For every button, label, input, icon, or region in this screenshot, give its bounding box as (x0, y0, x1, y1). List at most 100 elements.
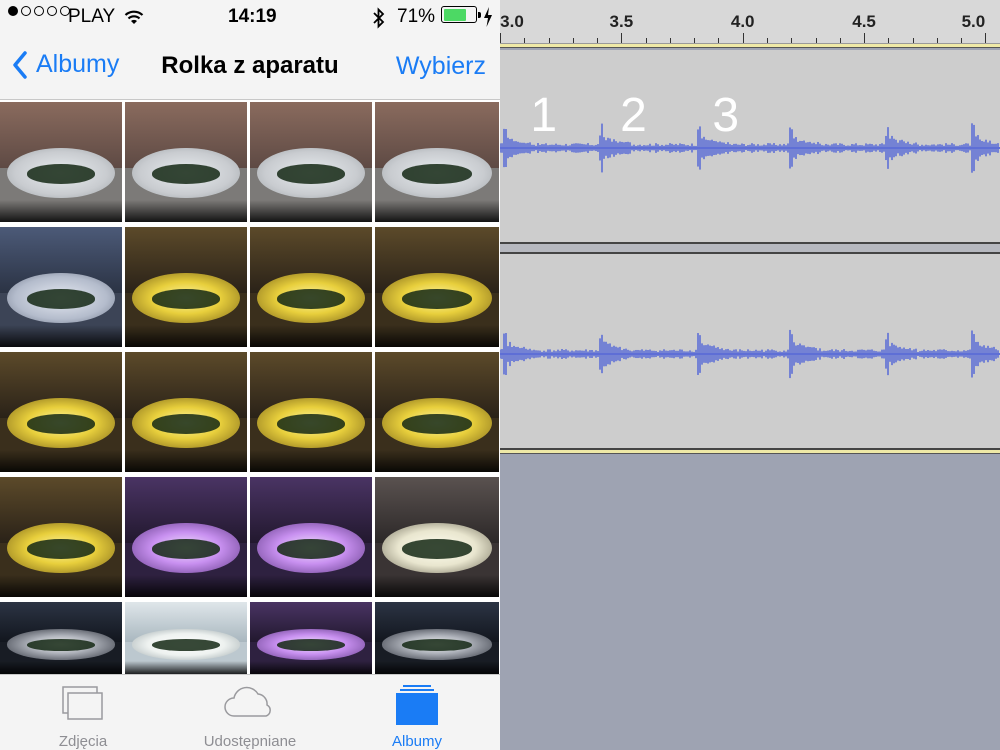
ruler-minor-tick (524, 38, 526, 43)
battery-percent: 71% (397, 6, 436, 27)
track-infield (26, 289, 96, 309)
battery-fill (443, 8, 466, 21)
photo-thumbnail[interactable] (250, 227, 372, 347)
crowd-silhouette (125, 575, 247, 597)
photo-thumbnail[interactable] (375, 102, 499, 222)
signal-dot (34, 6, 44, 16)
photo-thumbnail[interactable] (375, 352, 499, 472)
track-infield (402, 414, 472, 434)
tab-bar: Zdjęcia Udostępniane Albumy (0, 674, 500, 750)
audio-track-left-channel[interactable] (500, 50, 1000, 244)
ruler-minor-tick (936, 38, 938, 43)
photo-thumbnail[interactable] (125, 602, 247, 674)
track-infield (276, 639, 346, 651)
crowd-silhouette (250, 661, 372, 674)
track-infield (151, 639, 221, 651)
crowd-silhouette (250, 450, 372, 472)
ruler-minor-tick (694, 38, 696, 43)
photo-thumbnail[interactable] (250, 102, 372, 222)
beat-marker-3: 3 (712, 89, 740, 142)
photo-thumbnail[interactable] (0, 352, 122, 472)
ruler-minor-tick (839, 38, 841, 43)
ruler-label: 4.0 (730, 12, 755, 31)
battery-tip (478, 11, 481, 18)
tab-shared-label: Udostępniane (203, 733, 297, 750)
photo-thumbnail[interactable] (0, 102, 122, 222)
ruler-label: 3.0 (500, 12, 524, 31)
ruler-major-tick (621, 33, 623, 43)
ruler-label: 4.5 (852, 12, 876, 31)
photos-app: PLAY 14:19 71% Albumy Rolka z aparatu Wy… (0, 0, 500, 750)
track-infield (402, 289, 472, 309)
track-infield (26, 639, 96, 651)
crowd-silhouette (0, 450, 122, 472)
crowd-silhouette (0, 200, 122, 222)
tab-shared[interactable]: Udostępniane (167, 675, 333, 750)
audio-track-right-channel[interactable] (500, 252, 1000, 450)
photo-thumbnail[interactable] (375, 227, 499, 347)
crowd-silhouette (0, 661, 122, 674)
beat-marker-1: 1 (530, 89, 558, 142)
ruler-major-tick (742, 33, 744, 43)
channel-separator (500, 244, 1000, 252)
photo-thumbnail[interactable] (125, 102, 247, 222)
crowd-silhouette (375, 575, 499, 597)
photo-thumbnail[interactable] (250, 477, 372, 597)
tab-albums-label: Albumy (391, 733, 443, 750)
tab-albums[interactable]: Albumy (334, 675, 500, 750)
ruler-major-tick (500, 33, 501, 43)
photo-thumbnail[interactable] (250, 352, 372, 472)
photo-grid (0, 100, 500, 674)
photo-thumbnail[interactable] (125, 477, 247, 597)
ruler-minor-tick (815, 38, 817, 43)
photo-thumbnail[interactable] (125, 352, 247, 472)
signal-dot (8, 6, 18, 16)
ruler-minor-tick (572, 38, 574, 43)
albums-icon (396, 685, 438, 725)
audio-editor: 3.0 3.5 4.0 4.5 5.0 1 2 3 (500, 0, 1000, 750)
ruler-minor-tick (548, 38, 550, 43)
crowd-silhouette (375, 661, 499, 674)
status-bar: PLAY 14:19 71% (0, 0, 500, 34)
crowd-silhouette (125, 661, 247, 674)
wifi-icon (123, 6, 145, 34)
ruler-minor-tick (597, 38, 599, 43)
beat-marker-2: 2 (620, 89, 647, 142)
carrier-label: PLAY (68, 6, 116, 27)
ruler-major-tick (985, 33, 987, 43)
track-infield (276, 164, 346, 184)
photo-thumbnail[interactable] (375, 602, 499, 674)
timeline-ruler[interactable]: 3.0 3.5 4.0 4.5 5.0 (500, 0, 1000, 48)
battery-icon (441, 6, 481, 23)
photo-thumbnail[interactable] (0, 477, 122, 597)
crowd-silhouette (250, 575, 372, 597)
signal-dot (21, 6, 31, 16)
tab-photos[interactable]: Zdjęcia (0, 675, 166, 750)
select-button[interactable]: Wybierz (396, 52, 486, 81)
ruler-minor-tick (961, 38, 963, 43)
ruler-minor-tick (718, 38, 720, 43)
photo-thumbnail[interactable] (0, 227, 122, 347)
track-infield (276, 414, 346, 434)
track-infield (276, 539, 346, 559)
ruler-label: 5.0 (961, 12, 986, 31)
ruler-minor-tick (645, 38, 647, 43)
waveform-right (500, 329, 1000, 379)
photo-thumbnail[interactable] (125, 227, 247, 347)
crowd-silhouette (0, 325, 122, 347)
track-infield (151, 539, 221, 559)
ruler-minor-tick (912, 38, 914, 43)
ruler-minor-tick (791, 38, 793, 43)
cloud-icon (224, 686, 271, 717)
ruler-label: 3.5 (609, 12, 634, 31)
ruler-minor-tick (669, 38, 671, 43)
photo-thumbnail[interactable] (375, 477, 499, 597)
bolt-icon (483, 6, 493, 34)
waveform-left (500, 123, 1000, 173)
crowd-silhouette (375, 450, 499, 472)
clock: 14:19 (228, 6, 277, 27)
track-infield (151, 164, 221, 184)
photo-thumbnail[interactable] (0, 602, 122, 674)
photo-thumbnail[interactable] (250, 602, 372, 674)
crowd-silhouette (375, 200, 499, 222)
